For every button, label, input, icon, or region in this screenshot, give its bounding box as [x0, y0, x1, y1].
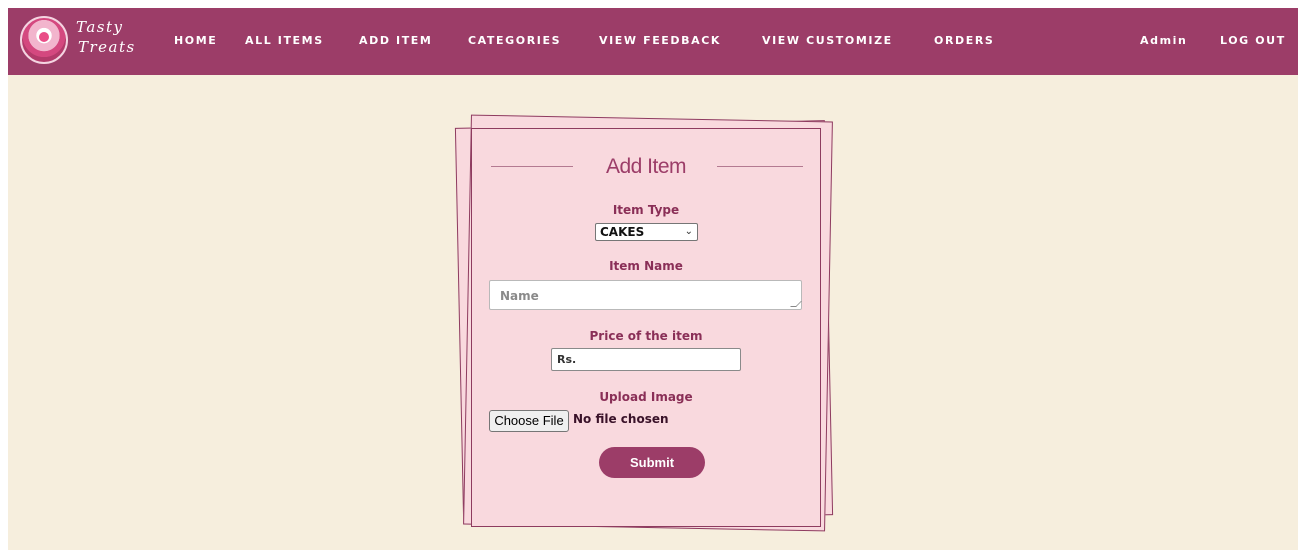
item-name-placeholder: Name — [500, 289, 539, 303]
nav-orders[interactable]: ORDERS — [934, 34, 994, 47]
price-input[interactable]: Rs. — [551, 348, 741, 371]
cupcake-logo-icon[interactable] — [20, 16, 68, 64]
item-name-textarea[interactable]: Name — [489, 280, 802, 310]
nav-all-items[interactable]: ALL ITEMS — [245, 34, 324, 47]
brand-name[interactable]: Tasty Treats — [76, 17, 156, 57]
item-name-label: Item Name — [609, 259, 683, 273]
nav-view-feedback[interactable]: VIEW FEEDBACK — [599, 34, 721, 47]
upload-image-label: Upload Image — [599, 390, 693, 404]
choose-file-button[interactable]: Choose File — [489, 410, 569, 432]
nav-logout[interactable]: LOG OUT — [1220, 34, 1286, 47]
submit-button[interactable]: Submit — [599, 447, 705, 478]
nav-view-customize[interactable]: VIEW CUSTOMIZE — [762, 34, 893, 47]
item-type-selected-value: CAKES — [600, 225, 645, 239]
nav-add-item[interactable]: ADD ITEM — [359, 34, 432, 47]
nav-categories[interactable]: CATEGORIES — [468, 34, 561, 47]
top-navbar: Tasty Treats HOME ALL ITEMS ADD ITEM CAT… — [8, 8, 1298, 75]
nav-home[interactable]: HOME — [174, 34, 217, 47]
price-label: Price of the item — [589, 329, 703, 343]
item-type-label: Item Type — [612, 203, 680, 217]
chevron-down-icon: ⌄ — [684, 226, 693, 237]
brand-line-1: Tasty — [76, 18, 124, 36]
brand-line-2: Treats — [78, 38, 136, 56]
file-status-text: No file chosen — [573, 412, 669, 426]
resize-grip-icon[interactable] — [790, 301, 802, 307]
nav-admin[interactable]: Admin — [1140, 34, 1187, 47]
form-title: Add Item — [605, 155, 687, 178]
item-type-select[interactable]: CAKES ⌄ — [595, 223, 698, 241]
price-placeholder: Rs. — [557, 353, 577, 366]
